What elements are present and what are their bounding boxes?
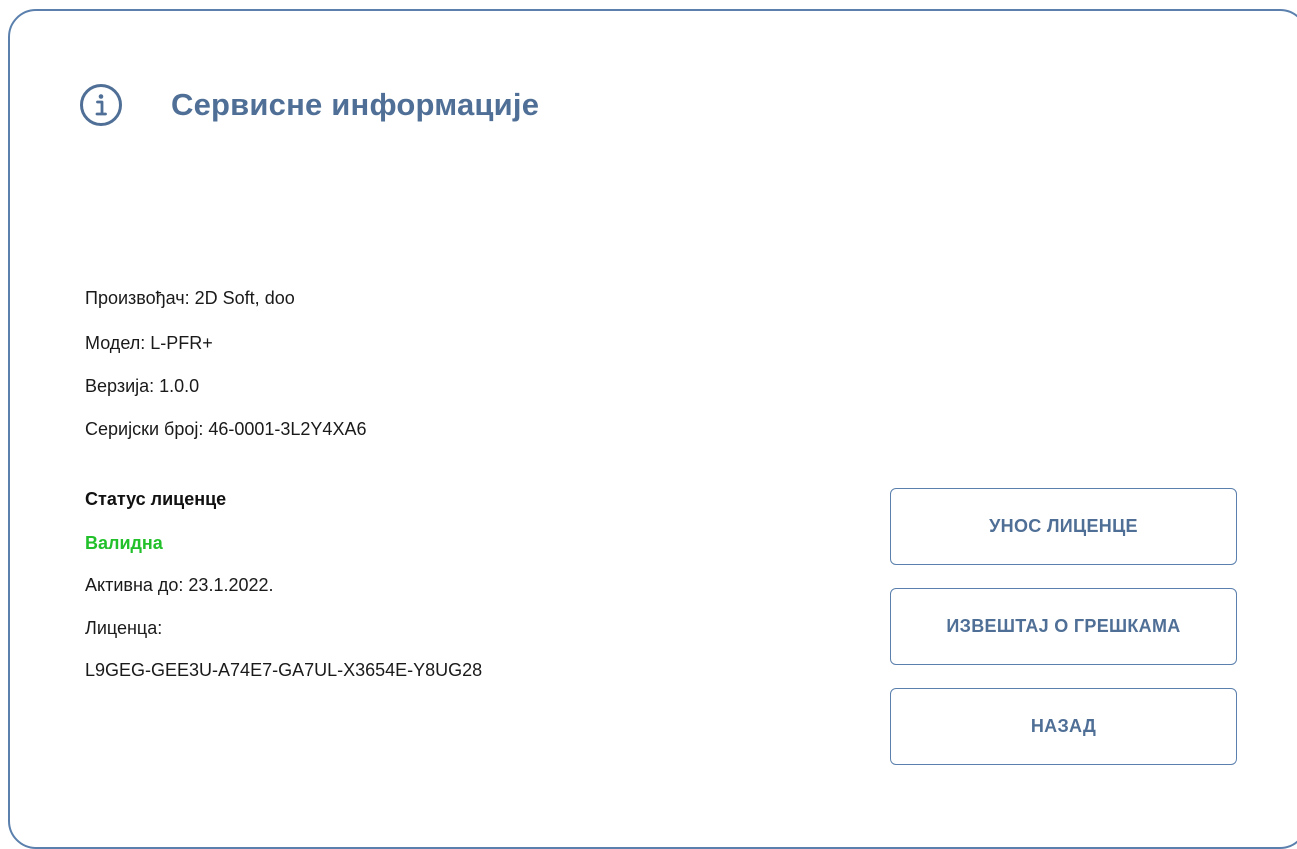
license-status-heading: Статус лиценце <box>85 489 227 509</box>
version-label: Верзија: <box>85 376 155 396</box>
active-until-value: 23.1.2022. <box>188 575 274 595</box>
manufacturer-value: 2D Soft, doo <box>194 288 295 308</box>
manufacturer-label: Произвођач: <box>85 288 190 308</box>
page-header: Сервисне информације <box>79 83 539 127</box>
model-row: Модел: L-PFR+ <box>85 333 366 353</box>
manufacturer-row: Произвођач: 2D Soft, doo <box>85 288 366 308</box>
model-label: Модел: <box>85 333 146 353</box>
active-until-label: Активна до: <box>85 575 184 595</box>
serial-row: Серијски број: 46-0001-3L2Y4XA6 <box>85 419 366 439</box>
device-info: Произвођач: 2D Soft, doo Модел: L-PFR+ Вер… <box>85 288 366 439</box>
back-button[interactable]: НАЗАД <box>890 688 1237 765</box>
version-row: Верзија: 1.0.0 <box>85 376 366 396</box>
model-value: L-PFR+ <box>150 333 213 353</box>
license-status-badge: Валидна <box>85 533 163 553</box>
license-label: Лиценца: <box>85 618 163 638</box>
active-until-row: Активна до: 23.1.2022. <box>85 575 482 595</box>
license-key: L9GEG-GEE3U-A74E7-GA7UL-X3654E-Y8UG28 <box>85 660 483 680</box>
version-value: 1.0.0 <box>159 376 200 396</box>
license-status: Статус лиценце Валидна Активна до: 23.1.2… <box>85 488 482 680</box>
info-icon <box>80 84 122 126</box>
serial-value: 46-0001-3L2Y4XA6 <box>208 419 367 439</box>
page-title: Сервисне информације <box>171 87 540 122</box>
serial-label: Серијски број: <box>85 419 204 439</box>
enter-license-button[interactable]: УНОС ЛИЦЕНЦЕ <box>890 488 1237 565</box>
error-report-button[interactable]: ИЗВЕШТАЈ О ГРЕШКАМА <box>890 588 1237 665</box>
